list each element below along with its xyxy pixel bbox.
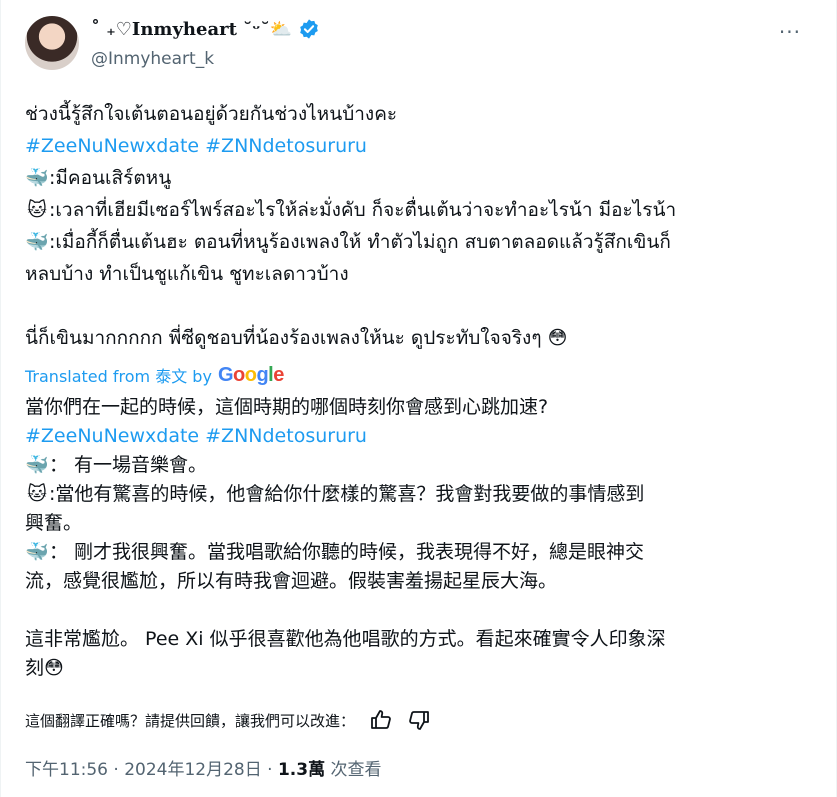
divider — [0, 0, 1, 797]
translated-line: 當你們在一起的時候，這個時期的哪個時刻你會感到心跳加速? — [25, 396, 549, 418]
whale-emoji-icon: 🐳 — [25, 231, 49, 253]
display-name-row[interactable]: ˚ ₊♡Inmyheart ˘ᵕ˘⛅ — [91, 18, 320, 40]
display-name[interactable]: ˚ ₊♡Inmyheart ˘ᵕ˘⛅ — [91, 19, 292, 40]
original-line: หลบบ้าง ทำเป็นชูแก้เขิน ชูทะเลดาวบ้าง — [25, 263, 349, 285]
views-label: 次查看 — [330, 760, 382, 780]
google-logo: Google — [217, 363, 284, 386]
translated-closing: 這非常尷尬。 Pee Xi 似乎很喜歡他為他唱歌的方式。看起來確實令人印象深 — [25, 628, 666, 650]
tweet-original-text: ช่วงนี้รู้สึกใจเต้นตอนอยู่ด้วยกันช่วงไหน… — [25, 98, 815, 354]
translated-line: 流，感覺很尷尬，所以有時我會迴避。假裝害羞揚起星辰大海。 — [25, 570, 558, 592]
translation-feedback: 這個翻譯正確嗎？請提供回饋，讓我們可以改進： — [25, 708, 431, 732]
user-handle[interactable]: @Inmyheart_k — [91, 49, 214, 69]
original-line: ช่วงนี้รู้สึกใจเต้นตอนอยู่ด้วยกันช่วงไหน… — [25, 103, 398, 125]
tweet-meta: 下午11:56 · 2024年12月28日 · 1.3萬 次查看 — [25, 755, 381, 780]
hashtag-links[interactable]: #ZeeNuNewxdate #ZNNdetosururu — [25, 422, 815, 451]
original-closing: นี่ก็เขินมากกกกก พี่ซีดูชอบที่น้องร้องเพ… — [25, 327, 568, 349]
more-options-icon[interactable]: ··· — [779, 20, 801, 44]
translated-line: :當他有驚喜的時候，他會給你什麼樣的驚喜？我會對我要做的事情感到 — [49, 483, 645, 505]
whale-emoji-icon: 🐳 — [25, 541, 49, 563]
original-line: :เมื่อกี้ก็ตื่นเต้นฮะ ตอนที่หนูร้องเพลงใ… — [49, 231, 671, 253]
whale-emoji-icon: 🐳 — [25, 167, 49, 189]
hashtag-links[interactable]: #ZeeNuNewxdate #ZNNdetosururu — [25, 130, 815, 162]
cat-emoji-icon: 🐱 — [27, 483, 47, 505]
verified-badge-icon[interactable] — [298, 18, 320, 40]
original-line: :มีคอนเสิร์ตหนู — [49, 167, 172, 189]
timestamp[interactable]: 下午11:56 · 2024年12月28日 · — [25, 760, 273, 780]
translated-closing: 刻😳 — [25, 657, 64, 679]
translated-line: ： 剛才我很興奮。當我唱歌給你聽的時候，我表現得不好，總是眼神交 — [49, 541, 645, 563]
translated-line: ： 有一場音樂會。 — [49, 454, 208, 476]
thumbs-up-icon[interactable] — [369, 708, 393, 732]
original-line: :เวลาที่เฮียมีเซอร์ไพร์สอะไรให้ล่ะมั่งคั… — [49, 199, 677, 221]
views-count: 1.3萬 — [277, 760, 326, 780]
translated-line: 興奮。 — [25, 512, 83, 534]
feedback-question: 這個翻譯正確嗎？請提供回饋，讓我們可以改進： — [25, 711, 356, 730]
translated-text: 當你們在一起的時候，這個時期的哪個時刻你會感到心跳加速? #ZeeNuNewxd… — [25, 393, 815, 683]
thumbs-down-icon[interactable] — [407, 708, 431, 732]
translated-from-label[interactable]: Translated from 泰文 by — [25, 363, 212, 387]
whale-emoji-icon: 🐳 — [25, 454, 49, 476]
tweet-card: ˚ ₊♡Inmyheart ˘ᵕ˘⛅ @Inmyheart_k ··· ช่วง… — [0, 0, 837, 797]
translated-from-link[interactable]: Translated from 泰文 by Google — [25, 363, 284, 387]
avatar[interactable] — [25, 16, 79, 70]
cat-emoji-icon: 🐱 — [27, 199, 47, 221]
